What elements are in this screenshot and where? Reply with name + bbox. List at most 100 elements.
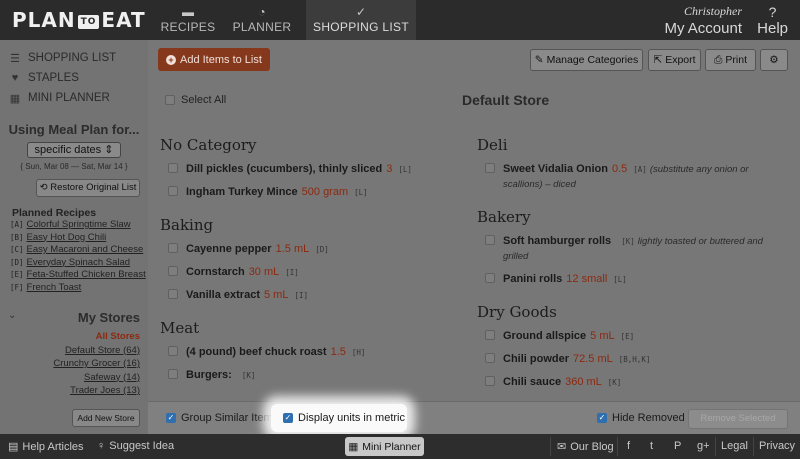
store-default[interactable]: Default Store (64) xyxy=(0,345,148,359)
tab-shopping-list[interactable]: ✓ SHOPPING LIST xyxy=(306,0,416,40)
help-articles-link[interactable]: ▤ Help Articles xyxy=(8,440,84,454)
sidebar-item-shopping-list[interactable]: ☰ SHOPPING LIST xyxy=(0,48,148,68)
list-item[interactable]: Ground allspice 5 mL [E] xyxy=(477,329,787,344)
googleplus-icon[interactable]: g+ xyxy=(697,440,710,452)
list-item[interactable]: Dill pickles (cucumbers), thinly sliced 3… xyxy=(160,162,465,177)
item-name: Chili sauce xyxy=(503,376,562,388)
planned-recipe-link[interactable]: [D] Everyday Spinach Salad xyxy=(10,257,148,270)
my-account-link[interactable]: Christopher My Account xyxy=(664,4,742,37)
group-similar-option[interactable]: ✓ Group Similar Items xyxy=(166,412,278,424)
list-item[interactable]: Vanilla extract 5 mL [I] xyxy=(160,288,465,303)
twitter-icon[interactable]: t xyxy=(650,440,653,452)
remove-selected-button[interactable]: Remove Selected xyxy=(688,409,788,429)
planned-recipe-link[interactable]: [B] Easy Hot Dog Chili xyxy=(10,232,148,245)
store-label: Crunchy Grocer (16) xyxy=(53,358,140,369)
item-checkbox[interactable] xyxy=(485,163,495,173)
account-label: My Account xyxy=(664,20,742,37)
my-stores-heading: My Stores xyxy=(77,310,140,325)
plan-to-eat-logo[interactable]: PLAN TO EAT xyxy=(12,8,146,32)
list-item[interactable]: Soft hamburger rolls [K] lightly toasted … xyxy=(477,234,787,264)
add-new-store-button[interactable]: Add New Store xyxy=(72,409,140,427)
restore-list-button[interactable]: ⟲ Restore Original List xyxy=(36,179,140,197)
store-safeway[interactable]: Safeway (14) xyxy=(0,372,148,386)
date-range-select[interactable]: specific dates ⇕ xyxy=(27,142,121,158)
store-label: Safeway (14) xyxy=(84,371,140,383)
sidebar-item-mini-planner[interactable]: ▦ MINI PLANNER xyxy=(0,88,148,108)
category-title: Bakery xyxy=(477,208,531,226)
checkbox-unchecked[interactable] xyxy=(165,95,175,105)
checkbox-checked[interactable]: ✓ xyxy=(283,413,293,423)
list-item[interactable]: Cayenne pepper 1.5 mL [D] xyxy=(160,242,465,257)
help-link[interactable]: ? Help xyxy=(757,4,788,37)
select-all-label: Select All xyxy=(181,94,227,106)
item-checkbox[interactable] xyxy=(168,186,178,196)
item-recipe-key: [L] xyxy=(613,275,627,284)
footer-divider xyxy=(617,437,618,456)
group-similar-label: Group Similar Items xyxy=(181,412,279,424)
mini-planner-button[interactable]: ▦ Mini Planner xyxy=(345,437,424,456)
list-item[interactable]: Ingham Turkey Mince 500 gram [L] xyxy=(160,185,465,200)
store-trader-joes[interactable]: Trader Joes (13) xyxy=(0,385,148,399)
item-recipe-key: [I] xyxy=(285,268,299,277)
privacy-link[interactable]: Privacy xyxy=(759,440,795,452)
planned-recipe-link[interactable]: [F] French Toast xyxy=(10,282,148,295)
item-recipe-key: [A] xyxy=(633,165,647,174)
item-checkbox[interactable] xyxy=(168,243,178,253)
export-button[interactable]: ⇱ Export xyxy=(648,49,701,71)
planned-recipe-link[interactable]: [E] Feta-Stuffed Chicken Breast xyxy=(10,269,148,282)
checkbox-checked[interactable]: ✓ xyxy=(166,413,176,423)
item-checkbox[interactable] xyxy=(485,353,495,363)
sidebar-item-label: STAPLES xyxy=(28,72,79,84)
store-all-stores[interactable]: All Stores xyxy=(0,331,148,345)
store-crunchy-grocer[interactable]: Crunchy Grocer (16) xyxy=(0,358,148,372)
list-item[interactable]: Cornstarch 30 mL [I] xyxy=(160,265,465,280)
pinterest-icon[interactable]: P xyxy=(674,440,681,452)
suggest-idea-link[interactable]: ♀ Suggest Idea xyxy=(97,440,174,452)
help-label: Help xyxy=(757,20,788,37)
recipe-title: French Toast xyxy=(26,281,82,293)
our-blog-link[interactable]: ✉ Our Blog xyxy=(557,440,614,454)
legal-link[interactable]: Legal xyxy=(721,440,748,452)
list-item[interactable]: (4 pound) beef chuck roast 1.5 [H] xyxy=(160,345,465,360)
planned-recipe-link[interactable]: [A] Colorful Springtime Slaw xyxy=(10,219,148,232)
item-checkbox[interactable] xyxy=(168,369,178,379)
list-item[interactable]: Burgers: [K] xyxy=(160,368,465,383)
right-column: Deli Sweet Vidalia Onion 0.5 [A] (substitu… xyxy=(477,136,787,398)
privacy-label: Privacy xyxy=(759,440,796,452)
item-qty: 360 mL xyxy=(565,376,602,388)
item-checkbox[interactable] xyxy=(168,163,178,173)
print-button[interactable]: ⎙ Print xyxy=(705,49,756,71)
our-blog-label: Our Blog xyxy=(570,440,614,453)
manage-categories-button[interactable]: ✎ Manage Categories xyxy=(530,49,643,71)
item-checkbox[interactable] xyxy=(485,273,495,283)
display-metric-option[interactable]: ✓ Display units in metric xyxy=(283,412,405,424)
sidebar-nav: ☰ SHOPPING LIST ♥ STAPLES ▦ MINI PLANNER xyxy=(0,40,148,108)
date-select-value: specific dates xyxy=(34,144,102,156)
facebook-icon[interactable]: f xyxy=(627,440,630,452)
tab-planner[interactable]: ◔ PLANNER xyxy=(222,0,302,40)
hide-removed-option[interactable]: ✓ Hide Removed xyxy=(597,412,685,424)
list-item[interactable]: Chili sauce 360 mL [K] xyxy=(477,375,787,390)
select-all-checkbox[interactable]: Select All xyxy=(165,94,226,106)
sidebar-item-staples[interactable]: ♥ STAPLES xyxy=(0,68,148,88)
list-item[interactable]: Sweet Vidalia Onion 0.5 [A] (substitute an… xyxy=(477,162,787,192)
item-checkbox[interactable] xyxy=(168,266,178,276)
item-checkbox[interactable] xyxy=(485,235,495,245)
tab-recipes[interactable]: ▬ RECIPES xyxy=(148,0,228,40)
footer-divider xyxy=(550,437,551,456)
date-range-text: { Sun, Mar 08 — Sat, Mar 14 } xyxy=(20,162,128,171)
item-checkbox[interactable] xyxy=(485,376,495,386)
item-checkbox[interactable] xyxy=(168,289,178,299)
planned-recipe-link[interactable]: [C] Easy Macaroni and Cheese xyxy=(10,244,148,257)
list-item[interactable]: Chili powder 72.5 mL [B,H,K] xyxy=(477,352,787,367)
item-checkbox[interactable] xyxy=(485,330,495,340)
recipe-key: [D] xyxy=(10,257,24,267)
category-title: Deli xyxy=(477,136,508,154)
item-checkbox[interactable] xyxy=(168,346,178,356)
add-items-button[interactable]: + Add Items to List xyxy=(158,48,270,71)
settings-button[interactable]: ⚙ xyxy=(760,49,788,71)
checkbox-checked[interactable]: ✓ xyxy=(597,413,607,423)
gear-icon: ⚙ xyxy=(769,54,779,66)
list-item[interactable]: Panini rolls 12 small [L] xyxy=(477,272,787,287)
my-stores-header[interactable]: ⌄ My Stores xyxy=(0,310,148,325)
